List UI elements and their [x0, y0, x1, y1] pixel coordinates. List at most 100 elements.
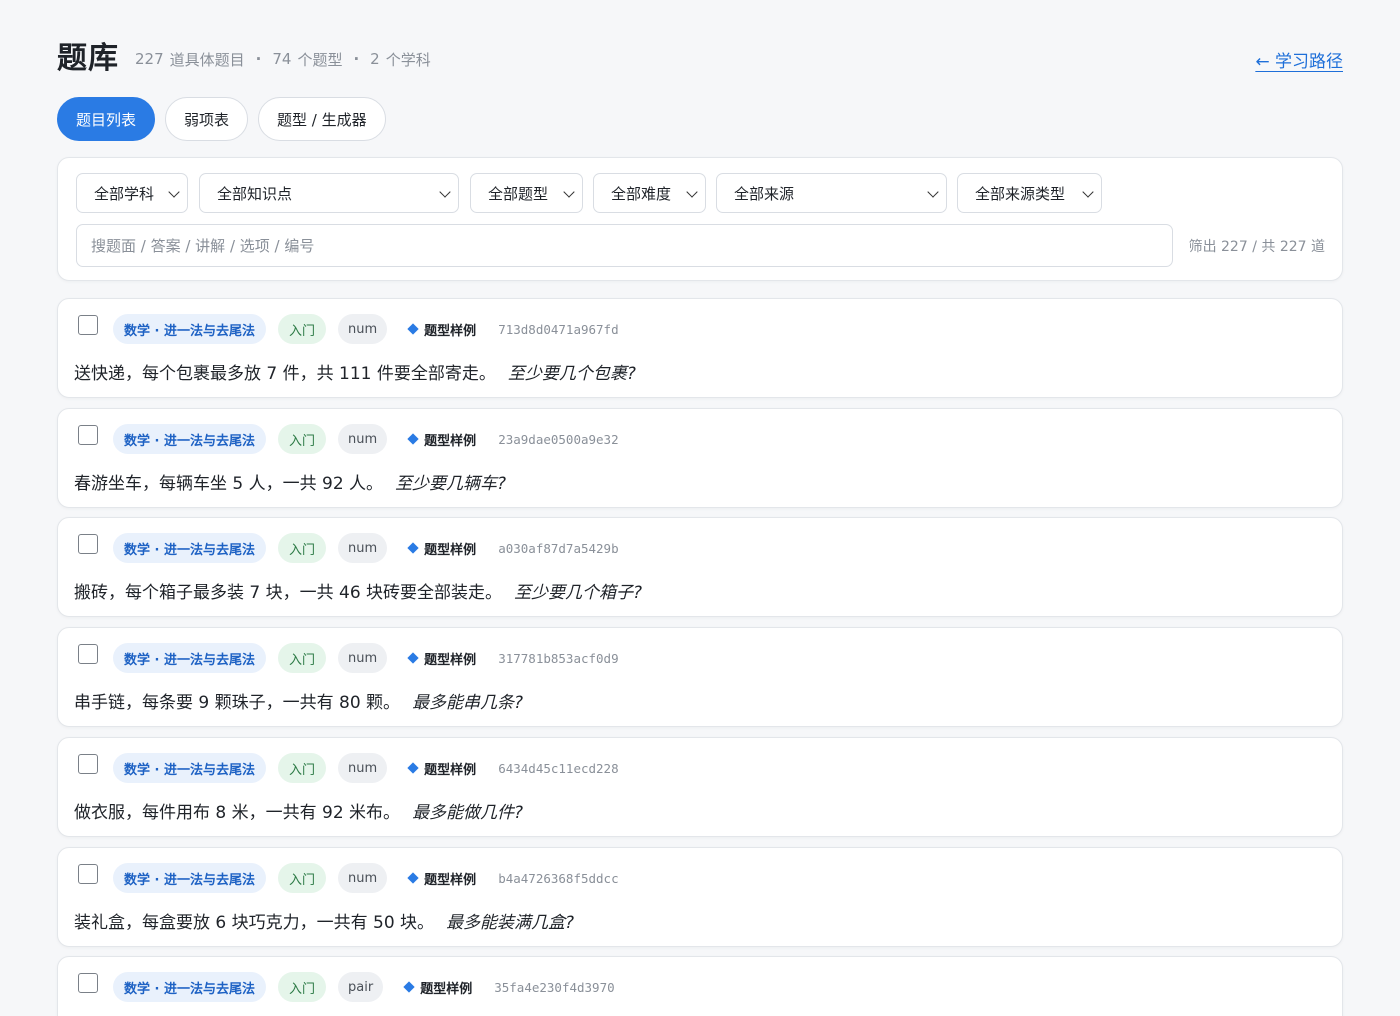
difficulty-filter-select[interactable]: 全部难度 [593, 173, 706, 213]
sample-badge: 题型样例 [407, 649, 477, 668]
sample-label: 题型样例 [424, 762, 477, 778]
question-card: 数学 · 进一法与去尾法 入门 num 题型样例 a030af87d7a5429… [57, 517, 1343, 617]
sample-badge: 题型样例 [407, 320, 476, 339]
question-stem: 搬砖，每个箱子最多装 7 块，一共 46 块砖要全部装走。 [74, 583, 503, 603]
diamond-icon [407, 762, 419, 774]
search-input[interactable] [76, 224, 1173, 267]
subject-tag[interactable]: 数学 · 进一法与去尾法 [113, 424, 266, 454]
question-text: 装礼盒，每盒要放 6 块巧克力，一共有 50 块。 最多能装满几盒? [74, 908, 574, 933]
question-id: a030af87d7a5429b [498, 540, 619, 556]
answer-kind-tag: num [338, 643, 388, 673]
source-type-filter-select[interactable]: 全部来源类型 [957, 173, 1102, 213]
question-card: 数学 · 进一法与去尾法 入门 num 题型样例 6434d45c11ecd22… [57, 737, 1343, 837]
chevron-down-icon [168, 186, 180, 198]
header: 题库 227 道具体题目 · 74 个题型 · 2 个学科 ← 学习路径 [57, 30, 1343, 80]
difficulty-tag: 入门 [278, 972, 327, 1002]
chevron-down-icon [686, 186, 698, 198]
subject-filter-select[interactable]: 全部学科 [76, 173, 188, 213]
source-filter-value: 全部来源 [734, 184, 795, 203]
stat-subjects-count: 2 [370, 50, 380, 68]
question-stem: 做衣服，每件用布 8 米，一共有 92 米布。 [74, 803, 401, 823]
sample-label: 题型样例 [424, 542, 477, 558]
diamond-icon [407, 872, 419, 884]
question-text: 串手链，每条要 9 颗珠子，一共有 80 颗。 最多能串几条? [74, 688, 523, 713]
question-card: 数学 · 进一法与去尾法 入门 pair 题型样例 35fa4e230f4d39… [57, 956, 1343, 1016]
question-stem: 装礼盒，每盒要放 6 块巧克力，一共有 50 块。 [74, 913, 435, 933]
question-meta: 数学 · 进一法与去尾法 入门 num 题型样例 23a9dae0500a9e3… [113, 424, 619, 454]
sample-badge: 题型样例 [407, 430, 476, 449]
question-ask: 至少要几个包裹? [507, 364, 636, 384]
answer-kind-tag: num [338, 314, 388, 344]
question-stem: 送快递，每个包裹最多放 7 件，共 111 件要全部寄走。 [74, 364, 496, 384]
sample-label: 题型样例 [424, 652, 477, 668]
question-checkbox[interactable] [78, 534, 98, 554]
difficulty-tag: 入门 [278, 643, 327, 673]
stat-questions-count: 227 [135, 50, 164, 68]
question-id: 317781b853acf0d9 [498, 650, 619, 666]
diamond-icon [407, 323, 419, 335]
subject-tag[interactable]: 数学 · 进一法与去尾法 [113, 863, 266, 893]
question-ask: 最多能串几条? [412, 693, 524, 713]
subject-tag[interactable]: 数学 · 进一法与去尾法 [113, 972, 266, 1002]
question-checkbox[interactable] [78, 864, 98, 884]
question-ask: 至少要几辆车? [395, 474, 507, 494]
diamond-icon [407, 652, 419, 664]
question-id: 713d8d0471a967fd [498, 321, 619, 337]
learning-path-link[interactable]: ← 学习路径 [1255, 47, 1343, 72]
stat-subjects-label: 个学科 [385, 50, 431, 69]
question-card: 数学 · 进一法与去尾法 入门 num 题型样例 b4a4726368f5ddc… [57, 847, 1343, 947]
sample-badge: 题型样例 [407, 869, 477, 888]
tab-types-generators[interactable]: 题型 / 生成器 [258, 97, 386, 141]
source-filter-select[interactable]: 全部来源 [716, 173, 947, 213]
question-card: 数学 · 进一法与去尾法 入门 num 题型样例 23a9dae0500a9e3… [57, 408, 1343, 508]
question-meta: 数学 · 进一法与去尾法 入门 num 题型样例 6434d45c11ecd22… [113, 753, 619, 783]
question-id: b4a4726368f5ddcc [498, 870, 619, 886]
sample-badge: 题型样例 [403, 978, 472, 997]
answer-kind-tag: pair [338, 972, 384, 1002]
tab-question-list[interactable]: 题目列表 [57, 97, 156, 141]
question-text: 送快递，每个包裹最多放 7 件，共 111 件要全部寄走。 至少要几个包裹? [74, 359, 636, 384]
filter-count-text: 筛出 227 / 共 227 道 [1188, 239, 1325, 255]
sample-badge: 题型样例 [407, 759, 477, 778]
question-ask: 最多能装满几盒? [446, 913, 575, 933]
question-ask: 最多能做几件? [412, 803, 524, 823]
diamond-icon [407, 542, 419, 554]
subject-filter-value: 全部学科 [94, 184, 155, 203]
type-filter-select[interactable]: 全部题型 [470, 173, 583, 213]
diamond-icon [403, 981, 415, 993]
stat-types-count: 74 [272, 50, 292, 68]
chevron-down-icon [927, 186, 939, 198]
question-id: 23a9dae0500a9e32 [498, 431, 619, 447]
question-id: 6434d45c11ecd228 [498, 760, 619, 776]
sample-badge: 题型样例 [407, 539, 477, 558]
answer-kind-tag: num [338, 533, 388, 563]
question-checkbox[interactable] [78, 754, 98, 774]
question-card: 数学 · 进一法与去尾法 入门 num 题型样例 317781b853acf0d… [57, 627, 1343, 727]
question-checkbox[interactable] [78, 315, 98, 335]
question-stem: 春游坐车，每辆车坐 5 人，一共 92 人。 [74, 474, 384, 494]
sample-label: 题型样例 [424, 872, 477, 888]
knowledge-filter-value: 全部知识点 [217, 184, 293, 203]
subject-tag[interactable]: 数学 · 进一法与去尾法 [113, 533, 266, 563]
stats-line: 227 道具体题目 · 74 个题型 · 2 个学科 [135, 49, 431, 70]
source-type-filter-value: 全部来源类型 [975, 184, 1066, 203]
subject-tag[interactable]: 数学 · 进一法与去尾法 [113, 753, 266, 783]
knowledge-filter-select[interactable]: 全部知识点 [199, 173, 459, 213]
difficulty-tag: 入门 [278, 753, 327, 783]
question-checkbox[interactable] [78, 425, 98, 445]
diamond-icon [407, 433, 419, 445]
stat-types-label: 个题型 [297, 50, 343, 69]
answer-kind-tag: num [338, 424, 388, 454]
type-filter-value: 全部题型 [488, 184, 549, 203]
question-meta: 数学 · 进一法与去尾法 入门 num 题型样例 a030af87d7a5429… [113, 533, 619, 563]
question-checkbox[interactable] [78, 644, 98, 664]
difficulty-tag: 入门 [278, 424, 327, 454]
question-checkbox[interactable] [78, 973, 98, 993]
question-text: 搬砖，每个箱子最多装 7 块，一共 46 块砖要全部装走。 至少要几个箱子? [74, 578, 642, 603]
subject-tag[interactable]: 数学 · 进一法与去尾法 [113, 643, 266, 673]
chevron-down-icon [439, 186, 451, 198]
tab-weakness-table[interactable]: 弱项表 [165, 97, 249, 141]
subject-tag[interactable]: 数学 · 进一法与去尾法 [113, 314, 266, 344]
question-meta: 数学 · 进一法与去尾法 入门 pair 题型样例 35fa4e230f4d39… [113, 972, 615, 1002]
filter-panel: 全部学科 全部知识点 全部题型 全部难度 全部来源 全部来源类型 筛出 227 … [57, 157, 1343, 281]
